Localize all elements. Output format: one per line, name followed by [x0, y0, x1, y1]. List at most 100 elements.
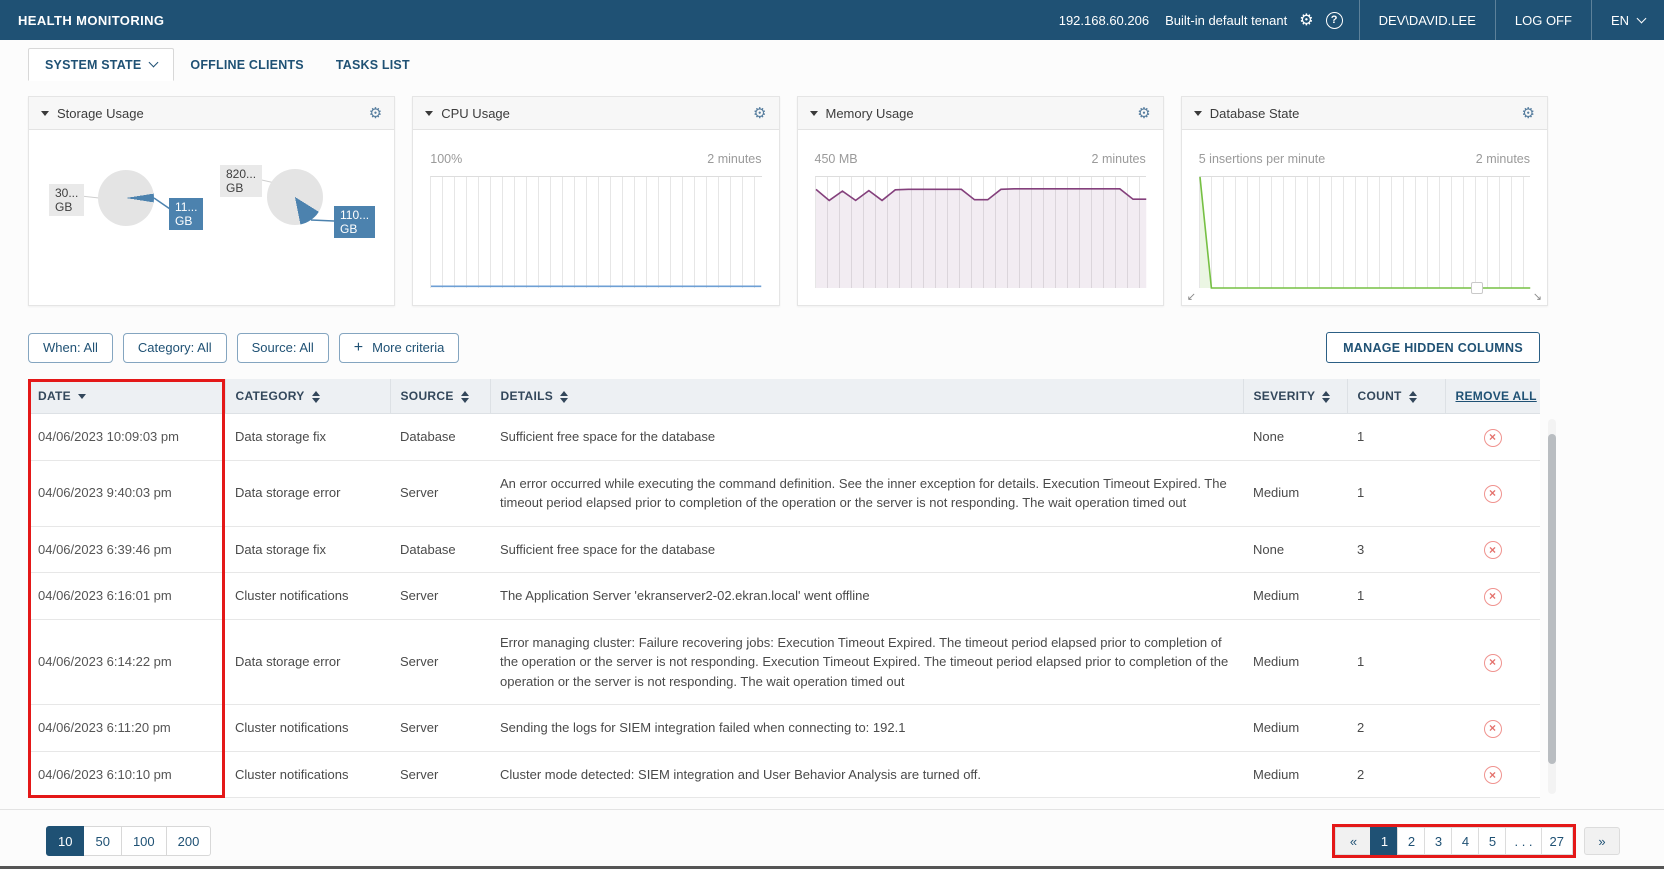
- page-size-50-button[interactable]: 50: [84, 826, 121, 856]
- event-details: Error managing cluster: Failure recoveri…: [490, 619, 1243, 705]
- y-axis-label: 100%: [430, 152, 462, 166]
- event-details: Cluster mode detected: SIEM integration …: [490, 751, 1243, 798]
- widget-storage-header[interactable]: Storage Usage: [29, 97, 394, 130]
- pagination-page-button[interactable]: 3: [1424, 827, 1452, 855]
- sort-icon: [1409, 391, 1417, 403]
- event-severity: None: [1243, 526, 1347, 573]
- filter-when-button[interactable]: When: All: [28, 333, 113, 363]
- event-date: 04/06/2023 6:11:20 pm: [28, 705, 225, 752]
- y-axis-label: 5 insertions per minute: [1199, 152, 1325, 166]
- widget-storage-usage: Storage Usage 30... GB 11... GB 820...: [28, 96, 395, 306]
- filter-category-button[interactable]: Category: All: [123, 333, 227, 363]
- resize-handle-bottom-right-icon[interactable]: [1533, 292, 1542, 303]
- log-off-button[interactable]: LOG OFF: [1495, 0, 1591, 40]
- column-header-severity[interactable]: SEVERITY: [1243, 379, 1347, 414]
- pagination-page-button[interactable]: 1: [1370, 827, 1398, 855]
- language-label: EN: [1611, 13, 1629, 28]
- remove-event-icon[interactable]: [1484, 541, 1502, 559]
- x-axis-label: 2 minutes: [1476, 152, 1530, 166]
- widget-settings-gear-icon[interactable]: [1522, 104, 1535, 122]
- event-severity: Medium: [1243, 751, 1347, 798]
- event-count: 1: [1347, 573, 1445, 620]
- column-header-date[interactable]: DATE: [28, 379, 225, 414]
- widget-title: CPU Usage: [441, 106, 510, 121]
- widget-settings-gear-icon[interactable]: [1137, 104, 1150, 122]
- event-category: Cluster notifications: [225, 573, 390, 620]
- used-unit: GB: [340, 222, 369, 236]
- user-menu[interactable]: DEV\DAVID.LEE: [1359, 0, 1495, 40]
- filter-source-button[interactable]: Source: All: [237, 333, 329, 363]
- table-row[interactable]: 04/06/2023 6:16:01 pm Cluster notificati…: [28, 573, 1540, 620]
- storage-pie-chart[interactable]: [98, 170, 154, 226]
- pagination-highlight-box: « 1 2 3 4 5 . . . 27: [1332, 824, 1576, 858]
- more-criteria-button[interactable]: More criteria: [339, 333, 460, 363]
- remove-event-icon[interactable]: [1484, 720, 1502, 738]
- widget-cpu-usage: CPU Usage 100% 2 minutes: [412, 96, 779, 306]
- widget-settings-gear-icon[interactable]: [753, 104, 766, 122]
- event-count: 1: [1347, 414, 1445, 461]
- tab-offline-clients[interactable]: OFFLINE CLIENTS: [174, 48, 319, 81]
- event-category: Data storage fix: [225, 526, 390, 573]
- widget-title: Storage Usage: [57, 106, 144, 121]
- column-header-category[interactable]: CATEGORY: [225, 379, 390, 414]
- page-size-200-button[interactable]: 200: [167, 826, 212, 856]
- page-size-100-button[interactable]: 100: [122, 826, 167, 856]
- table-row[interactable]: 04/06/2023 6:14:22 pm Data storage error…: [28, 619, 1540, 705]
- resize-handle-bottom-left-icon[interactable]: [1187, 292, 1196, 303]
- pie-used-label: 11... GB: [169, 198, 203, 230]
- widget-memory-header[interactable]: Memory Usage: [798, 97, 1163, 130]
- tab-system-state[interactable]: SYSTEM STATE: [28, 48, 174, 81]
- table-row[interactable]: 04/06/2023 6:39:46 pm Data storage fix D…: [28, 526, 1540, 573]
- column-header-count[interactable]: COUNT: [1347, 379, 1445, 414]
- free-unit: GB: [55, 200, 78, 214]
- manage-hidden-columns-button[interactable]: MANAGE HIDDEN COLUMNS: [1326, 332, 1540, 363]
- tab-tasks-list[interactable]: TASKS LIST: [320, 48, 426, 81]
- event-date: 04/06/2023 6:16:01 pm: [28, 573, 225, 620]
- remove-event-icon[interactable]: [1484, 654, 1502, 672]
- collapse-caret-icon: [810, 111, 818, 116]
- memory-chart: [815, 176, 1146, 288]
- table-row[interactable]: 04/06/2023 6:10:10 pm Cluster notificati…: [28, 751, 1540, 798]
- widget-cpu-header[interactable]: CPU Usage: [413, 97, 778, 130]
- tab-system-state-label: SYSTEM STATE: [45, 58, 141, 72]
- tenant-settings-gear-icon[interactable]: [1299, 10, 1313, 30]
- remove-event-icon[interactable]: [1484, 588, 1502, 606]
- remove-all-link[interactable]: REMOVE ALL: [1456, 389, 1537, 403]
- language-selector[interactable]: EN: [1591, 0, 1664, 40]
- sort-icon: [560, 391, 568, 403]
- table-vertical-scrollbar[interactable]: [1548, 419, 1556, 794]
- help-icon[interactable]: [1326, 12, 1343, 29]
- table-row[interactable]: 04/06/2023 6:11:20 pm Cluster notificati…: [28, 705, 1540, 752]
- page-size-selector: 10 50 100 200: [46, 826, 211, 856]
- log-off-label: LOG OFF: [1515, 13, 1572, 28]
- widget-settings-gear-icon[interactable]: [369, 104, 382, 122]
- column-header-source[interactable]: SOURCE: [390, 379, 490, 414]
- storage-pie-chart[interactable]: [267, 169, 323, 225]
- event-category: Data storage fix: [225, 414, 390, 461]
- pagination-page-button[interactable]: 4: [1451, 827, 1479, 855]
- sort-desc-icon: [78, 394, 86, 399]
- event-date: 04/06/2023 10:09:03 pm: [28, 414, 225, 461]
- remove-event-icon[interactable]: [1484, 485, 1502, 503]
- widget-database-header[interactable]: Database State: [1182, 97, 1547, 130]
- pagination-page-button[interactable]: 2: [1397, 827, 1425, 855]
- remove-event-icon[interactable]: [1484, 766, 1502, 784]
- event-date: 04/06/2023 9:40:03 pm: [28, 460, 225, 526]
- column-header-details[interactable]: DETAILS: [490, 379, 1243, 414]
- pagination-prev-button[interactable]: «: [1335, 827, 1371, 855]
- table-row[interactable]: 04/06/2023 10:09:03 pm Data storage fix …: [28, 414, 1540, 461]
- pie-used-label: 110... GB: [334, 206, 375, 238]
- widget-database-state: Database State 5 insertions per minute 2…: [1181, 96, 1548, 306]
- pagination-next-button[interactable]: »: [1584, 827, 1620, 855]
- page-size-10-button[interactable]: 10: [46, 826, 84, 856]
- pagination-page-button[interactable]: 5: [1478, 827, 1506, 855]
- pagination-page-button[interactable]: 27: [1541, 827, 1573, 855]
- chart-slider-handle[interactable]: [1471, 282, 1483, 294]
- pagination-ellipsis-button[interactable]: . . .: [1505, 827, 1541, 855]
- remove-event-icon[interactable]: [1484, 429, 1502, 447]
- table-row[interactable]: 04/06/2023 9:40:03 pm Data storage error…: [28, 460, 1540, 526]
- widget-title: Memory Usage: [826, 106, 914, 121]
- event-details: An error occurred while executing the co…: [490, 460, 1243, 526]
- event-source: Server: [390, 619, 490, 705]
- scrollbar-thumb[interactable]: [1548, 434, 1556, 764]
